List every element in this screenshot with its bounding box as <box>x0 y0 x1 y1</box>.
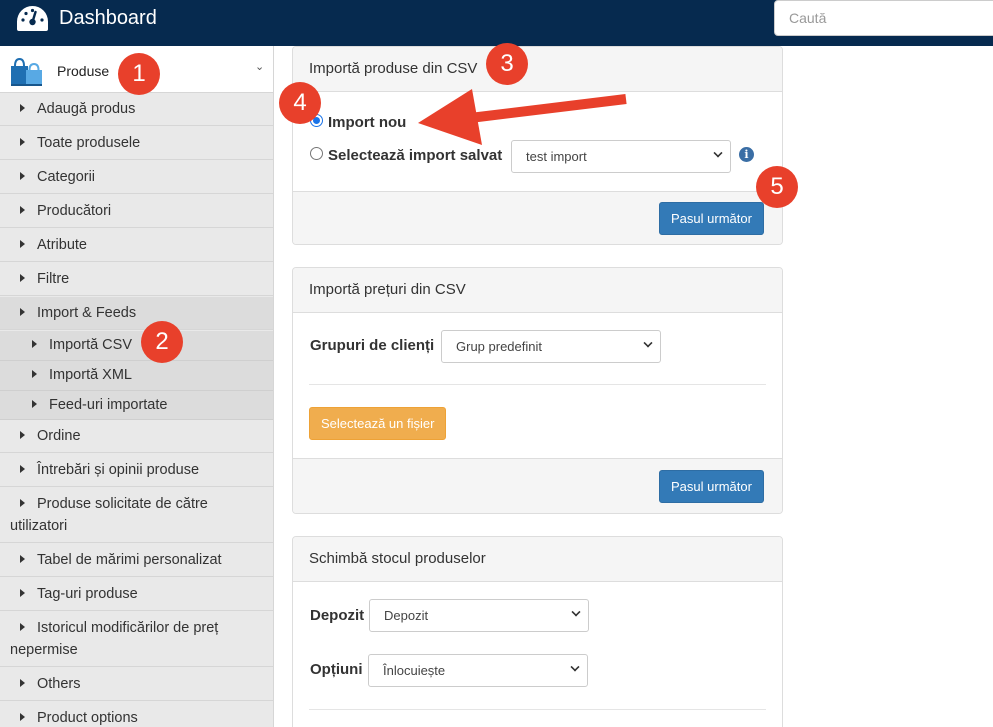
sidebar-item-tag-uri-produse[interactable]: Tag-uri produse <box>0 578 273 611</box>
caret-right-icon <box>20 172 25 180</box>
annotation-badge-1: 1 <box>118 53 160 95</box>
chevron-down-icon <box>713 148 723 158</box>
caret-right-icon <box>20 138 25 146</box>
customer-groups-label: Grupuri de clienți <box>310 337 435 354</box>
info-icon[interactable]: i <box>739 147 754 162</box>
sidebar-item-label: Producători <box>37 203 112 219</box>
sidebar-item-import-feeds[interactable]: Import & Feeds <box>0 297 273 330</box>
caret-right-icon <box>20 206 25 214</box>
options-select[interactable]: Înlocuiește <box>368 654 588 687</box>
search-input[interactable] <box>774 0 993 36</box>
chevron-down-icon <box>643 338 653 348</box>
panel-title: Importă prețuri din CSV <box>293 268 782 313</box>
caret-right-icon <box>20 431 25 439</box>
panel-footer: Pasul următor <box>293 191 782 244</box>
sidebar-subitem-importa-xml[interactable]: Importă XML <box>0 361 273 391</box>
sidebar-item-tabel-marimi[interactable]: Tabel de mărimi personalizat <box>0 544 273 577</box>
annotation-arrow-icon <box>418 89 627 145</box>
annotation-badge-5: 5 <box>756 166 798 208</box>
panel-footer: Pasul următor <box>293 458 782 513</box>
sidebar-item-label: Adaugă produs <box>37 101 136 117</box>
sidebar-item-ordine[interactable]: Ordine <box>0 420 273 453</box>
warehouse-select-value: Depozit <box>384 608 429 623</box>
next-step-button[interactable]: Pasul următor <box>659 202 764 235</box>
caret-right-icon <box>20 104 25 112</box>
caret-right-icon <box>20 499 25 507</box>
next-step-button[interactable]: Pasul următor <box>659 470 764 503</box>
sidebar-item-label: Others <box>37 676 81 692</box>
chevron-down-icon[interactable]: ⌄ <box>255 60 264 73</box>
sidebar-item-label: Product options <box>37 710 138 726</box>
annotation-badge-3: 3 <box>486 43 528 85</box>
import-prices-panel: Importă prețuri din CSV Grupuri de clien… <box>292 267 783 514</box>
annotation-badge-4: 4 <box>279 82 321 124</box>
warehouse-select[interactable]: Depozit <box>369 599 589 632</box>
dashboard-gauge-icon[interactable] <box>16 5 49 32</box>
sidebar-item-categorii[interactable]: Categorii <box>0 161 273 194</box>
customer-groups-select[interactable]: Grup predefinit <box>441 330 661 363</box>
sidebar-item-label: Feed-uri importate <box>49 397 168 413</box>
caret-right-icon <box>20 240 25 248</box>
top-navbar: Dashboard <box>0 0 993 46</box>
change-stock-panel: Schimbă stocul produselor Depozit Depozi… <box>292 536 783 727</box>
caret-right-icon <box>20 713 25 721</box>
sidebar-section-label: Produse <box>57 63 110 79</box>
sidebar-item-label: Import & Feeds <box>37 305 137 321</box>
chevron-down-icon <box>570 662 580 672</box>
sidebar-item-label: Categorii <box>37 169 96 185</box>
saved-import-radio[interactable] <box>310 147 323 160</box>
sidebar-item-label: Importă CSV <box>49 337 132 353</box>
caret-right-icon <box>32 370 37 378</box>
select-file-button[interactable]: Selectează un fișier <box>309 407 447 440</box>
sidebar-item-label: Filtre <box>37 271 70 287</box>
divider <box>309 709 766 710</box>
sidebar-item-istoric-preturi[interactable]: Istoricul modificărilor de preț nepermis… <box>0 612 273 667</box>
caret-right-icon <box>20 589 25 597</box>
sidebar-item-filtre[interactable]: Filtre <box>0 263 273 296</box>
sidebar-item-label: Importă XML <box>49 367 132 383</box>
caret-right-icon <box>20 308 25 316</box>
customer-groups-select-value: Grup predefinit <box>456 339 542 354</box>
caret-right-icon <box>20 623 25 631</box>
sidebar-subitem-feed-uri-importate[interactable]: Feed-uri importate <box>0 391 273 420</box>
sidebar-item-label: Tag-uri produse <box>37 586 138 602</box>
sidebar-item-adauga-produs[interactable]: Adaugă produs <box>0 93 273 126</box>
caret-right-icon <box>32 400 37 408</box>
caret-right-icon <box>32 340 37 348</box>
chevron-down-icon <box>571 607 581 617</box>
sidebar-subitem-importa-csv[interactable]: Importă CSV <box>0 331 273 361</box>
caret-right-icon <box>20 555 25 563</box>
sidebar-item-label: Tabel de mărimi personalizat <box>37 552 222 568</box>
annotation-badge-2: 2 <box>141 321 183 363</box>
import-new-label[interactable]: Import nou <box>328 114 406 131</box>
sidebar-item-label: Ordine <box>37 428 81 444</box>
sidebar: Produse ⌄ Adaugă produs Toate produsele … <box>0 46 274 727</box>
caret-right-icon <box>20 274 25 282</box>
sidebar-item-toate-produsele[interactable]: Toate produsele <box>0 127 273 160</box>
sidebar-item-label: Întrebări și opinii produse <box>37 462 200 478</box>
sidebar-item-label: Produse solicitate de către utilizatori <box>10 496 208 534</box>
panel-title: Schimbă stocul produselor <box>293 537 782 582</box>
sidebar-item-produse-solicitate[interactable]: Produse solicitate de către utilizatori <box>0 488 273 543</box>
caret-right-icon <box>20 465 25 473</box>
sidebar-item-producatori[interactable]: Producători <box>0 195 273 228</box>
sidebar-item-label: Toate produsele <box>37 135 141 151</box>
caret-right-icon <box>20 679 25 687</box>
sidebar-item-intrebari-opinii[interactable]: Întrebări și opinii produse <box>0 454 273 487</box>
options-label: Opțiuni <box>310 661 363 678</box>
warehouse-label: Depozit <box>310 607 365 624</box>
divider <box>309 384 766 385</box>
sidebar-item-product-options[interactable]: Product options <box>0 702 273 727</box>
options-select-value: Înlocuiește <box>383 663 446 678</box>
sidebar-item-atribute[interactable]: Atribute <box>0 229 273 262</box>
sidebar-item-label: Istoricul modificărilor de preț nepermis… <box>10 620 219 658</box>
app-title[interactable]: Dashboard <box>59 6 157 30</box>
sidebar-item-others[interactable]: Others <box>0 668 273 701</box>
sidebar-item-label: Atribute <box>37 237 87 253</box>
shopping-bags-icon <box>11 57 42 86</box>
